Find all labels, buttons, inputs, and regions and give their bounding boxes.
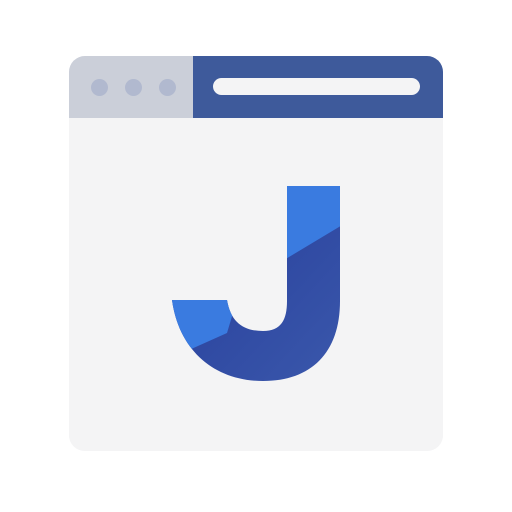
address-bar-area bbox=[193, 56, 443, 118]
letter-j-logo-icon bbox=[172, 186, 340, 381]
window-controls bbox=[69, 56, 193, 118]
title-bar bbox=[69, 56, 443, 118]
browser-window bbox=[69, 56, 443, 451]
address-bar[interactable] bbox=[213, 78, 420, 95]
window-content bbox=[69, 118, 443, 451]
app-icon bbox=[0, 0, 512, 512]
window-dot-2[interactable] bbox=[125, 78, 142, 96]
window-dot-3[interactable] bbox=[159, 78, 176, 96]
window-dot-1[interactable] bbox=[91, 78, 108, 96]
